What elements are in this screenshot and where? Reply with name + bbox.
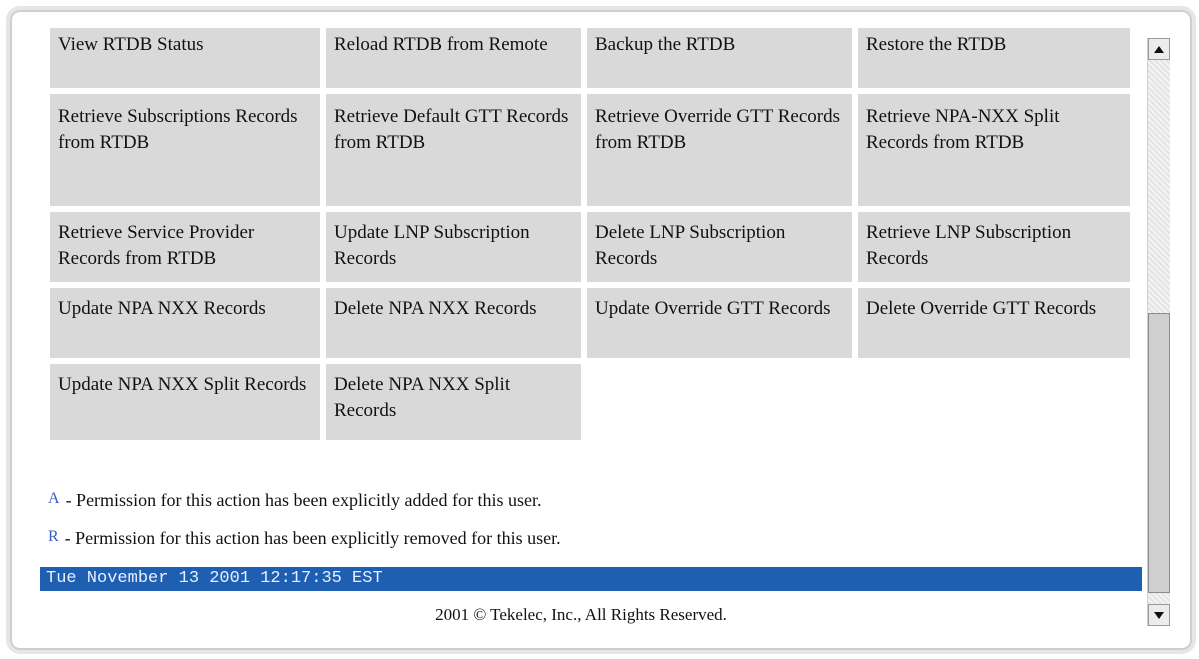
empty-cell (858, 364, 1130, 440)
legend-added-text: - Permission for this action has been ex… (65, 490, 542, 510)
scroll-down-arrow-icon (1154, 611, 1164, 619)
action-retrieve-npa-nxx-split[interactable]: Retrieve NPA-NXX Split Records from RTDB (858, 94, 1130, 206)
vertical-scrollbar[interactable] (1147, 38, 1170, 626)
action-update-npa-nxx-split[interactable]: Update NPA NXX Split Records (50, 364, 320, 440)
action-update-npa-nxx[interactable]: Update NPA NXX Records (50, 288, 320, 358)
action-view-rtdb-status[interactable]: View RTDB Status (50, 28, 320, 88)
removed-mark: R (48, 528, 59, 545)
scroll-up-button[interactable] (1148, 38, 1170, 60)
action-retrieve-default-gtt[interactable]: Retrieve Default GTT Records from RTDB (326, 94, 581, 206)
scroll-up-arrow-icon (1154, 45, 1164, 53)
added-mark: A (48, 490, 60, 507)
legend-removed: R - Permission for this action has been e… (48, 528, 561, 549)
action-update-override-gtt[interactable]: Update Override GTT Records (587, 288, 852, 358)
action-delete-npa-nxx[interactable]: Delete NPA NXX Records (326, 288, 581, 358)
action-retrieve-subscriptions[interactable]: Retrieve Subscriptions Records from RTDB (50, 94, 320, 206)
content-area: View RTDB Status Reload RTDB from Remote… (20, 20, 1142, 640)
action-retrieve-override-gtt[interactable]: Retrieve Override GTT Records from RTDB (587, 94, 852, 206)
action-delete-npa-nxx-split[interactable]: Delete NPA NXX Split Records (326, 364, 581, 440)
action-reload-rtdb-from-remote[interactable]: Reload RTDB from Remote (326, 28, 581, 88)
action-retrieve-service-provider[interactable]: Retrieve Service Provider Records from R… (50, 212, 320, 282)
copyright-footer: 2001 © Tekelec, Inc., All Rights Reserve… (435, 605, 727, 624)
action-grid: View RTDB Status Reload RTDB from Remote… (50, 28, 1130, 446)
scrollbar-thumb[interactable] (1148, 313, 1170, 593)
legend-removed-text: - Permission for this action has been ex… (64, 528, 561, 548)
action-delete-override-gtt[interactable]: Delete Override GTT Records (858, 288, 1130, 358)
action-restore-rtdb[interactable]: Restore the RTDB (858, 28, 1130, 88)
action-backup-rtdb[interactable]: Backup the RTDB (587, 28, 852, 88)
empty-cell (587, 364, 852, 440)
action-delete-lnp-subscription[interactable]: Delete LNP Subscription Records (587, 212, 852, 282)
action-retrieve-lnp-subscription[interactable]: Retrieve LNP Subscription Records (858, 212, 1130, 282)
date-status-bar: Tue November 13 2001 12:17:35 EST (40, 567, 1142, 591)
action-update-lnp-subscription[interactable]: Update LNP Subscription Records (326, 212, 581, 282)
legend-added: A - Permission for this action has been e… (48, 490, 541, 511)
scroll-down-button[interactable] (1148, 604, 1170, 626)
